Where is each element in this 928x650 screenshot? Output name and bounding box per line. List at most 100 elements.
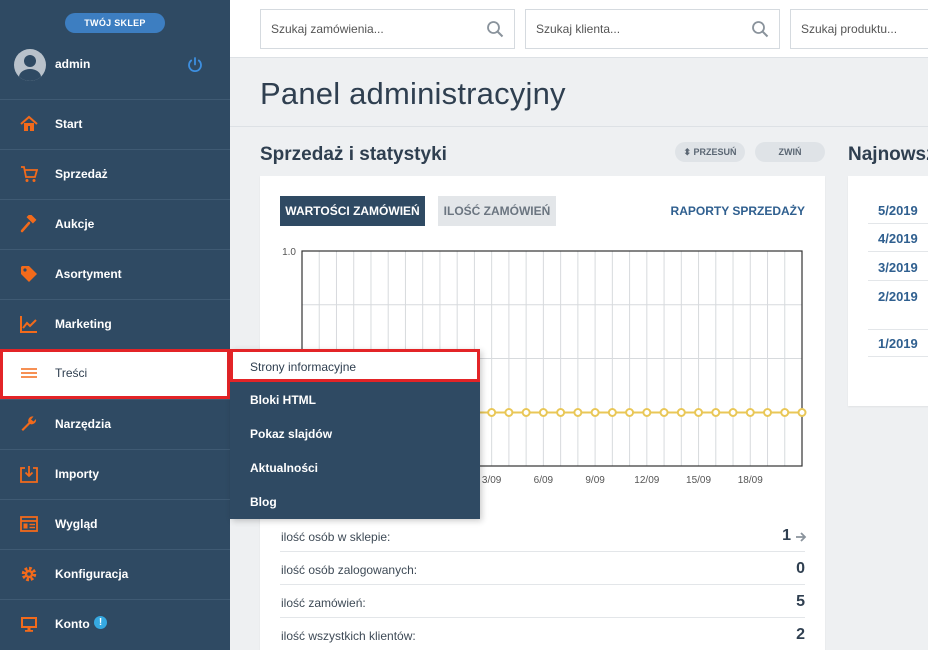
submenu-item-aktualnosci[interactable]: Aktualności — [230, 451, 480, 485]
chart-point — [556, 408, 566, 417]
sidebar-item-narzedzia[interactable]: Narzędzia — [0, 399, 230, 449]
order-number[interactable]: 3/2019 — [878, 260, 918, 275]
stat-value: 2 — [796, 626, 805, 643]
chart-x-tick-label: 6/09 — [534, 475, 554, 486]
sales-section-title: Sprzedaż i statystyki — [260, 144, 447, 165]
sidebar-item-konto[interactable]: Konto ! — [0, 599, 230, 649]
info-icon[interactable]: ! — [94, 616, 107, 629]
tab-order-values[interactable]: WARTOŚCI ZAMÓWIEŃ — [280, 196, 425, 226]
sidebar-item-tresci[interactable]: Treści — [0, 349, 230, 399]
sales-reports-link[interactable]: RAPORTY SPRZEDAŻY — [671, 204, 805, 218]
gear-icon — [21, 566, 37, 582]
latest-section-title: Najnowsze — [848, 144, 928, 165]
chart-x-tick-label: 3/09 — [482, 475, 502, 486]
latest-orders-card: 5/2019 4/2019 3/2019 2/2019 1/2019 — [848, 176, 928, 406]
submenu-item-label: Aktualności — [250, 461, 319, 475]
sidebar-item-label: Start — [55, 117, 83, 131]
order-number[interactable]: 4/2019 — [878, 231, 918, 246]
sidebar-item-wyglad[interactable]: Wygląd — [0, 499, 230, 549]
chart-point — [728, 408, 738, 417]
stat-label: ilość wszystkich klientów: — [281, 629, 416, 643]
tab-order-count[interactable]: ILOŚĆ ZAMÓWIEŃ — [438, 196, 556, 226]
stat-label: ilość zamówień: — [281, 596, 366, 610]
stat-row-clients: ilość wszystkich klientów: 2 — [280, 618, 805, 650]
sidebar-item-label: Konto — [55, 617, 90, 631]
order-number[interactable]: 1/2019 — [878, 336, 918, 351]
submenu-item-label: Blog — [250, 495, 277, 509]
sidebar-item-label: Treści — [55, 366, 88, 380]
wrench-icon — [21, 416, 37, 431]
order-number[interactable]: 5/2019 — [878, 203, 918, 218]
order-row[interactable]: 3/2019 — [868, 253, 928, 281]
sidebar-item-aukcje[interactable]: Aukcje — [0, 199, 230, 249]
collapse-button[interactable]: ZWIŃ — [755, 142, 825, 162]
arrow-right-icon[interactable] — [795, 531, 807, 543]
stat-row-people-in-shop: ilość osób w sklepie: 1 — [280, 519, 807, 552]
stats-list: ilość osób w sklepie: 1 ilość osób zalog… — [280, 519, 807, 650]
search-clients — [525, 9, 780, 49]
submenu-item-label: Strony informacyjne — [250, 360, 357, 374]
submenu-item-label: Bloki HTML — [250, 393, 316, 407]
chart-y-tick-labels: 1.00.5 — [282, 247, 296, 366]
submenu-item-blog[interactable]: Blog — [230, 485, 480, 519]
layout-icon — [20, 516, 38, 532]
chart-point — [538, 408, 548, 417]
chart-point — [694, 408, 704, 417]
user-row: admin — [0, 40, 230, 90]
tresci-submenu: Strony informacyjne Bloki HTML Pokaz sla… — [230, 349, 480, 519]
sidebar-item-asortyment[interactable]: Asortyment — [0, 249, 230, 299]
chart-point — [590, 408, 600, 417]
chart-point — [521, 408, 531, 417]
chart-point — [763, 408, 773, 417]
user-name: admin — [55, 57, 91, 71]
move-button[interactable]: ⬍ PRZESUŃ — [675, 142, 745, 162]
power-icon[interactable] — [186, 56, 204, 74]
import-icon — [20, 466, 38, 483]
sidebar-item-label: Importy — [55, 467, 100, 481]
search-icon[interactable] — [486, 20, 504, 38]
sidebar-item-label: Aukcje — [55, 217, 95, 231]
sidebar-item-label: Sprzedaż — [55, 167, 108, 181]
submenu-item-strony-informacyjne[interactable]: Strony informacyjne — [230, 349, 480, 382]
sidebar-item-konfiguracja[interactable]: Konfiguracja — [0, 549, 230, 599]
order-row[interactable]: 2/2019 — [868, 282, 928, 330]
search-orders-input[interactable] — [271, 10, 471, 48]
lines-icon — [21, 368, 37, 378]
sidebar-item-label: Narzędzia — [55, 417, 112, 431]
order-row[interactable]: 4/2019 — [868, 224, 928, 252]
order-row[interactable]: 5/2019 — [868, 196, 928, 224]
submenu-item-bloki-html[interactable]: Bloki HTML — [230, 383, 480, 417]
cart-icon — [21, 166, 38, 182]
chart-x-tick-label: 18/09 — [738, 475, 763, 486]
stat-value: 0 — [796, 560, 805, 577]
sidebar-nav: Start Sprzedaż Aukcje Asortyment Marketi… — [0, 99, 230, 649]
search-clients-input[interactable] — [536, 10, 736, 48]
submenu-item-pokaz-slajdow[interactable]: Pokaz slajdów — [230, 417, 480, 451]
chart-x-tick-label: 12/09 — [634, 475, 659, 486]
sidebar-item-label: Marketing — [55, 317, 112, 331]
stat-value: 1 — [782, 527, 791, 544]
sidebar-item-sprzedaz[interactable]: Sprzedaż — [0, 149, 230, 199]
sidebar-item-marketing[interactable]: Marketing — [0, 299, 230, 349]
sidebar-item-label: Wygląd — [55, 517, 98, 531]
search-products — [790, 9, 928, 49]
chart-x-tick-label: 9/09 — [585, 475, 605, 486]
avatar[interactable] — [14, 49, 46, 81]
chart-point — [659, 408, 669, 417]
page-title: Panel administracyjny — [260, 76, 566, 111]
search-orders — [260, 9, 515, 49]
stat-label: ilość osób w sklepie: — [281, 530, 391, 544]
order-row[interactable]: 1/2019 — [868, 329, 928, 357]
search-products-input[interactable] — [801, 10, 928, 48]
chart-point — [504, 408, 514, 417]
sidebar-item-start[interactable]: Start — [0, 99, 230, 149]
home-icon — [20, 115, 38, 131]
search-icon[interactable] — [751, 20, 769, 38]
shop-badge[interactable]: TWÓJ SKLEP — [65, 13, 165, 33]
stat-label: ilość osób zalogowanych: — [281, 563, 418, 577]
move-arrows-icon: ⬍ — [683, 147, 691, 157]
sidebar-item-importy[interactable]: Importy — [0, 449, 230, 499]
chart-line-icon — [20, 316, 37, 333]
stat-row-logged-in: ilość osób zalogowanych: 0 — [280, 552, 805, 585]
order-number[interactable]: 2/2019 — [878, 289, 918, 304]
